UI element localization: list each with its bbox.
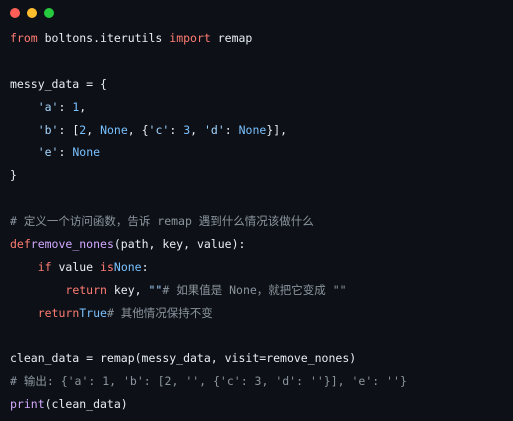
code-token: def (10, 237, 31, 252)
close-dot[interactable] (10, 8, 20, 18)
code-token: value (51, 259, 101, 274)
code-token: (clean_data) (44, 397, 128, 412)
code-token: return (65, 282, 107, 297)
code-token: clean_data = remap(messy_data, visit=rem… (10, 351, 357, 366)
code-line: from boltons.iterutils import remap (10, 27, 509, 50)
code-token: return (37, 305, 80, 320)
code-token: : (224, 122, 239, 137)
code-line: # 输出: {'a': 1, 'b': [2, '', {'c': 3, 'd'… (10, 370, 509, 393)
minimize-dot[interactable] (27, 8, 37, 18)
code-token: # 其他情况保持不变 (106, 305, 213, 320)
code-token: # 定义一个访问函数，告诉 remap 遇到什么情况该做什么 (10, 214, 314, 229)
code-token: : [ (58, 122, 80, 137)
code-token: : (141, 259, 149, 274)
code-token: 'a' (37, 99, 59, 114)
code-line: 'e': None (10, 141, 509, 164)
code-token: # 如果值是 None，就把它变成 "" (162, 282, 347, 297)
code-token: "" (148, 282, 163, 297)
code-line: 'b': [2, None, {'c': 3, 'd': None}], (10, 119, 509, 142)
code-token: : (58, 145, 73, 160)
code-token: boltons.iterutils (37, 31, 170, 45)
code-token: } (10, 168, 17, 183)
code-line: return key, ""# 如果值是 None，就把它变成 "" (10, 279, 509, 302)
code-token: , (79, 99, 87, 114)
code-token: None (72, 145, 101, 160)
code-line: print(clean_data) (10, 393, 509, 416)
code-line: 'a': 1, (10, 96, 509, 119)
code-line: } (10, 164, 509, 187)
maximize-dot[interactable] (44, 8, 54, 18)
code-token: : (58, 99, 73, 114)
code-line: # 定义一个访问函数，告诉 remap 遇到什么情况该做什么 (10, 210, 509, 233)
code-token: , { (127, 122, 149, 137)
code-token: True (79, 305, 107, 320)
code-line: clean_data = remap(messy_data, visit=rem… (10, 347, 509, 370)
code-token: None (238, 122, 267, 137)
code-token: , (190, 122, 204, 137)
code-token: key, (106, 282, 149, 297)
code-token: from (10, 31, 38, 45)
code-token: None (100, 122, 128, 137)
code-token: remap (210, 31, 253, 45)
code-token: remove_nones (30, 237, 114, 252)
code-line: messy_data = { (10, 73, 509, 96)
code-token: # 输出: {'a': 1, 'b': [2, '', {'c': 3, 'd'… (10, 374, 407, 389)
code-token: , (86, 122, 101, 137)
code-token: 'b' (37, 122, 59, 137)
code-token: 'c' (148, 122, 170, 137)
code-line: defremove_nones(path, key, value): (10, 233, 509, 256)
code-token: None (113, 259, 142, 274)
code-token: 'e' (37, 145, 59, 160)
code-block: from boltons.iterutils import remap mess… (10, 27, 509, 416)
code-token: is (100, 259, 114, 274)
code-token: print (10, 397, 45, 412)
code-line: if value isNone: (10, 256, 509, 279)
code-token: import (169, 31, 211, 45)
code-token: messy_data = { (10, 76, 107, 91)
code-line: returnTrue# 其他情况保持不变 (10, 302, 509, 325)
code-token: if (37, 259, 52, 274)
window-titlebar (0, 0, 513, 26)
code-token: : (169, 122, 184, 137)
code-token: }], (266, 122, 288, 137)
code-token: 'd' (203, 122, 225, 137)
code-window: from boltons.iterutils import remap mess… (0, 0, 513, 421)
code-token: (path, key, value): (113, 237, 246, 252)
